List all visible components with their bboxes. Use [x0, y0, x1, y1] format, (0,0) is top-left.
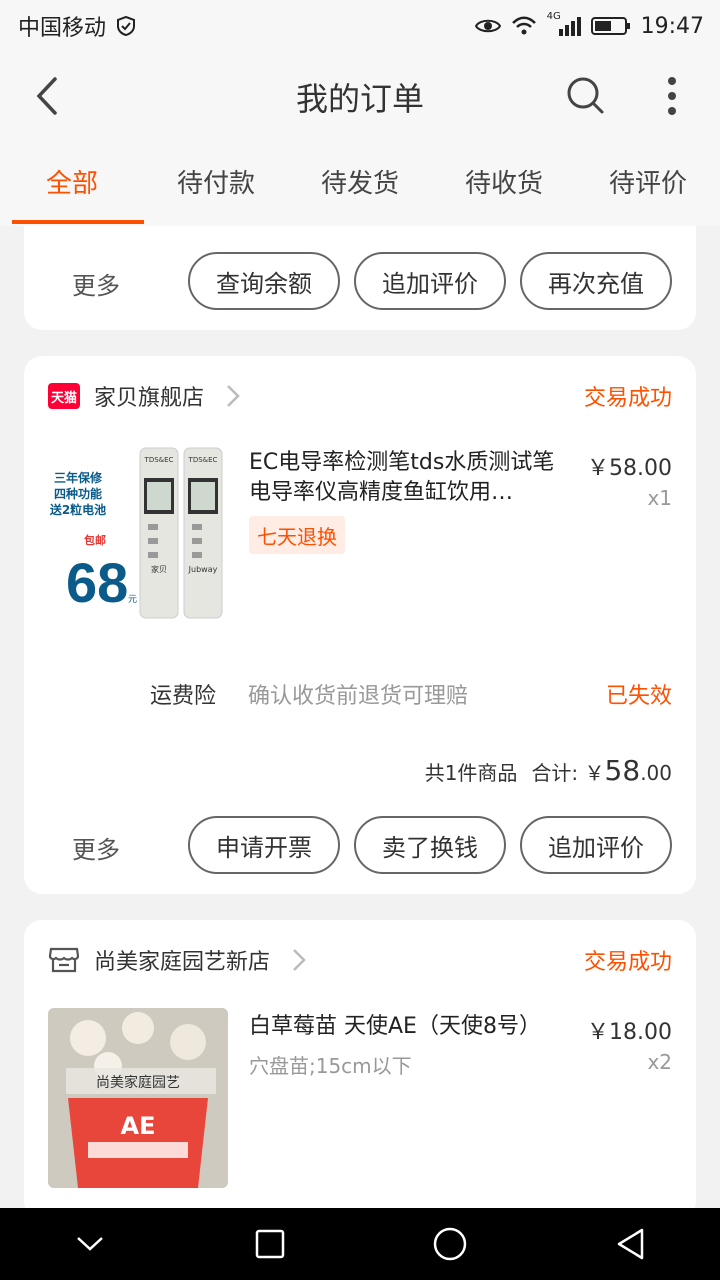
shop-name: 尚美家庭园艺新店: [94, 950, 271, 975]
total-currency: ￥: [584, 761, 605, 785]
request-invoice-button[interactable]: 申请开票: [188, 816, 340, 874]
page-title: 我的订单: [295, 80, 424, 118]
tds-pen-image: 三年保修 四种功能 送2粒电池 包邮 68 元 TDS&EC 家贝 TDS&EC…: [48, 442, 228, 622]
order-total-row: 共1件商品 合计: ￥58.00: [425, 754, 672, 787]
search-icon: [567, 77, 604, 114]
thumb-battery: 送2粒电池: [49, 502, 106, 517]
thumb-warranty: 三年保修: [54, 470, 103, 485]
add-review-button[interactable]: 追加评价: [520, 816, 672, 874]
total-decimal: .00: [640, 761, 672, 785]
shop-row[interactable]: 天猫 家贝旗舰店 交易成功: [48, 376, 672, 416]
more-link[interactable]: 更多: [72, 830, 120, 865]
product-quantity: x2: [647, 1050, 672, 1074]
store-icon: [48, 946, 80, 974]
insurance-description: 确认收货前退货可理赔: [248, 684, 469, 709]
product-thumbnail[interactable]: 三年保修 四种功能 送2粒电池 包邮 68 元 TDS&EC 家贝 TDS&EC…: [48, 442, 228, 622]
total-integer: 58: [604, 754, 641, 787]
thumb-price: 68: [66, 551, 128, 614]
thumb-model-1: TDS&EC: [144, 456, 174, 464]
shop-name: 家贝旗舰店: [94, 386, 205, 411]
thumb-brand-1: 家贝: [151, 564, 167, 574]
more-link[interactable]: 更多: [72, 266, 120, 301]
product-price: ￥18.00: [587, 1020, 672, 1045]
resell-button[interactable]: 卖了换钱: [354, 816, 506, 874]
back-button[interactable]: [26, 74, 66, 118]
thumb-functions: 四种功能: [54, 486, 102, 501]
clock: 19:47: [640, 13, 704, 39]
status-bar: 中国移动 4G 19:47: [0, 0, 720, 52]
chevron-down-icon: [77, 1237, 103, 1251]
circle-icon: [433, 1227, 467, 1261]
triangle-back-icon: [617, 1228, 644, 1260]
recents-button[interactable]: [240, 1214, 300, 1274]
product-quantity: x1: [647, 486, 672, 510]
thumb-label: AE: [121, 1112, 156, 1140]
tab-pending-receipt[interactable]: 待收货: [432, 142, 576, 226]
square-icon: [255, 1229, 285, 1259]
wifi-icon: [511, 16, 537, 36]
tab-pending-payment[interactable]: 待付款: [144, 142, 288, 226]
chevron-right-icon: [292, 948, 306, 972]
product-price: ￥58.00: [587, 456, 672, 481]
carrier-label: 中国移动: [18, 16, 107, 41]
thumb-brand-2: Jubway: [188, 565, 218, 574]
thumb-free-ship: 包邮: [83, 533, 106, 547]
back-arrow-icon: [36, 77, 57, 115]
overflow-menu-button[interactable]: [654, 76, 690, 116]
shop-row[interactable]: 尚美家庭园艺新店 交易成功: [48, 940, 672, 980]
thumb-model-2: TDS&EC: [188, 456, 218, 464]
order-card[interactable]: 天猫 家贝旗舰店 交易成功 三年保修 四种功能 送2粒电池 包邮 68 元 TD…: [24, 356, 696, 894]
eye-icon: [474, 17, 501, 35]
order-total: 合计: ￥58.00: [531, 754, 672, 787]
tab-all[interactable]: 全部: [0, 142, 144, 226]
shield-icon: [116, 15, 136, 37]
home-button[interactable]: [420, 1214, 480, 1274]
tmall-badge: 天猫: [48, 383, 80, 409]
tab-pending-shipment[interactable]: 待发货: [288, 142, 432, 226]
check-balance-button[interactable]: 查询余额: [188, 252, 340, 310]
order-status: 交易成功: [583, 386, 672, 411]
signal-icon: 4G: [547, 11, 581, 37]
order-card[interactable]: 尚美家庭园艺新店 交易成功 尚美家庭园艺 AE 白草莓苗 天使AE（天使8号） …: [24, 920, 696, 1220]
insurance-label: 运费险: [150, 684, 217, 709]
strawberry-seedling-image: 尚美家庭园艺 AE: [48, 1008, 228, 1188]
recharge-again-button[interactable]: 再次充值: [520, 252, 672, 310]
tab-pending-review[interactable]: 待评价: [576, 142, 720, 226]
item-count: 共1件商品: [424, 761, 518, 785]
total-label: 合计:: [531, 761, 579, 785]
app-header: 我的订单: [0, 52, 720, 142]
product-sku: 穴盘苗;15cm以下: [249, 1054, 412, 1078]
back-nav-button[interactable]: [600, 1214, 660, 1274]
thumb-shop-name: 尚美家庭园艺: [96, 1074, 180, 1091]
network-type: 4G: [546, 11, 561, 22]
return-policy-tag: 七天退换: [249, 516, 345, 554]
battery-icon: [590, 16, 631, 36]
add-review-button[interactable]: 追加评价: [354, 252, 506, 310]
chevron-right-icon: [226, 384, 240, 408]
hide-nav-button[interactable]: [60, 1214, 120, 1274]
product-thumbnail[interactable]: 尚美家庭园艺 AE: [48, 1008, 228, 1188]
product-title[interactable]: EC电导率检测笔tds水质测试笔电导率仪高精度鱼缸饮用…: [249, 448, 569, 508]
system-nav-bar: [0, 1208, 720, 1280]
order-status: 交易成功: [583, 950, 672, 975]
product-title[interactable]: 白草莓苗 天使AE（天使8号）: [249, 1012, 569, 1042]
more-vertical-icon: [668, 77, 676, 115]
search-button[interactable]: [566, 76, 606, 116]
order-tabs: 全部 待付款 待发货 待收货 待评价: [0, 142, 720, 226]
thumb-unit: 元: [128, 595, 137, 605]
order-card-previous: 更多 查询余额 追加评价 再次充值: [24, 226, 696, 330]
insurance-status: 已失效: [605, 684, 672, 709]
